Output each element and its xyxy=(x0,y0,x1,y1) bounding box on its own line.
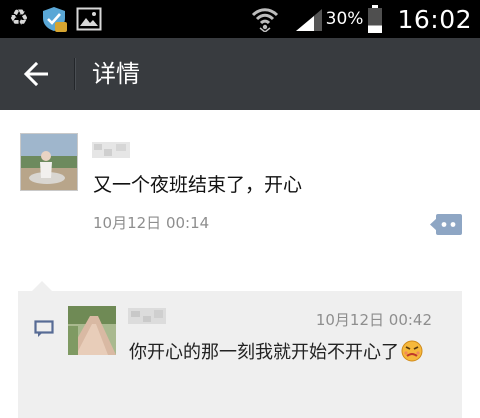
comment-timestamp: 10月12日 00:42 xyxy=(315,311,432,329)
clock: 16:02 xyxy=(397,4,472,34)
post-content: 又一个夜班结束了，开心 xyxy=(93,174,303,196)
back-arrow-icon xyxy=(23,62,48,86)
comment-text: 你开心的那一刻我就开始不开心了 xyxy=(129,342,399,363)
battery-percent: 30% xyxy=(325,9,364,29)
title-bar: 详情 xyxy=(0,38,480,110)
comment-icon xyxy=(34,320,54,337)
battery-icon xyxy=(368,5,383,33)
angry-face-emoji-icon xyxy=(401,340,423,362)
security-shield-icon xyxy=(43,7,67,32)
commenter-avatar-photo xyxy=(68,306,116,355)
signal-strength-icon xyxy=(295,9,322,31)
post-timestamp: 10月12日 00:14 xyxy=(93,214,210,232)
title-divider xyxy=(74,58,75,90)
status-right: 30% 16:02 xyxy=(250,4,472,34)
post-author-avatar[interactable] xyxy=(20,133,78,191)
commenter-name-blurred xyxy=(128,308,166,324)
image-notification-icon xyxy=(76,7,102,31)
commenter-avatar[interactable] xyxy=(68,306,116,355)
wifi-icon xyxy=(251,8,278,32)
post-author-name-blurred xyxy=(92,142,130,158)
page-title: 详情 xyxy=(92,60,140,88)
comment-area-pointer xyxy=(32,281,52,291)
status-bar: ♻ 30% 16:02 xyxy=(0,0,480,38)
comment-menu-button[interactable] xyxy=(430,213,462,236)
back-button[interactable] xyxy=(10,50,62,98)
comment-content: 你开心的那一刻我就开始不开心了 xyxy=(129,338,449,368)
notification-icons: ♻ xyxy=(6,5,102,33)
avatar-photo xyxy=(21,134,77,190)
recycle-icon: ♻ xyxy=(9,6,29,31)
